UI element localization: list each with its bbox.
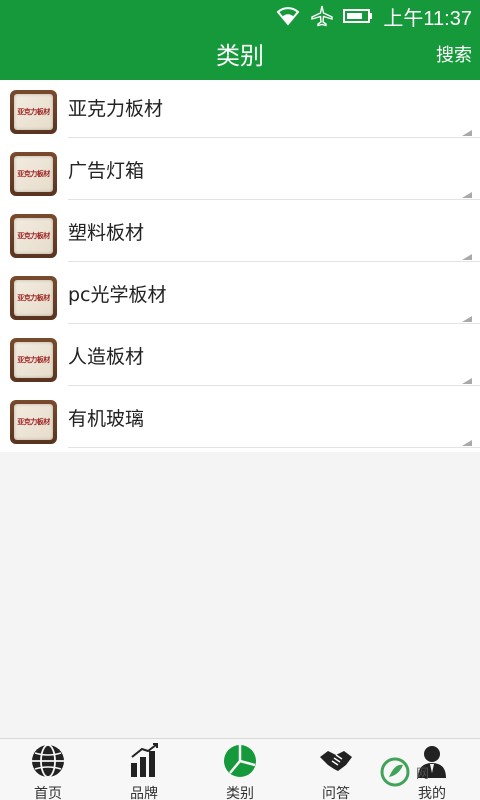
thumbnail-plate-text: 亚克力板材 — [14, 342, 53, 378]
airplane-icon — [311, 5, 334, 27]
category-label: pc光学板材 — [68, 284, 167, 306]
tab-category[interactable]: 类别 — [192, 739, 288, 800]
pie-chart-icon — [224, 745, 256, 777]
category-list: 亚克力板材 亚克力板材 亚克力板材 广告灯箱 亚克力板材 塑料板材 亚克力板材 … — [0, 80, 480, 452]
category-label: 亚克力板材 — [68, 98, 164, 120]
divider — [68, 199, 480, 200]
category-thumbnail: 亚克力板材 — [10, 338, 57, 382]
corner-indicator-icon — [462, 316, 472, 322]
thumbnail-plate-text: 亚克力板材 — [14, 218, 53, 254]
divider — [68, 261, 480, 262]
list-item[interactable]: 亚克力板材 广告灯箱 — [0, 142, 480, 204]
thumbnail-plate-text: 亚克力板材 — [14, 94, 53, 130]
category-label: 广告灯箱 — [68, 160, 145, 182]
search-button[interactable]: 搜索 — [436, 32, 472, 80]
thumbnail-plate-text: 亚克力板材 — [14, 156, 53, 192]
handshake-icon — [320, 751, 352, 771]
corner-indicator-icon — [462, 192, 472, 198]
status-bar: 上午11:37 — [0, 0, 480, 32]
tab-label: 品牌 — [130, 786, 158, 800]
divider — [68, 323, 480, 324]
list-item[interactable]: 亚克力板材 pc光学板材 — [0, 266, 480, 328]
category-thumbnail: 亚克力板材 — [10, 276, 57, 320]
category-label: 塑料板材 — [68, 222, 145, 244]
battery-icon — [343, 9, 373, 23]
thumbnail-plate-text: 亚克力板材 — [14, 280, 53, 316]
leaf-logo-icon — [380, 757, 410, 787]
list-item[interactable]: 亚克力板材 塑料板材 — [0, 204, 480, 266]
divider — [68, 447, 480, 448]
category-thumbnail: 亚克力板材 — [10, 214, 57, 258]
tab-label: 类别 — [226, 786, 254, 800]
watermark: 网 — [380, 752, 470, 792]
globe-icon — [32, 744, 64, 778]
category-thumbnail: 亚克力板材 — [10, 400, 57, 444]
tab-label: 首页 — [34, 786, 62, 800]
divider — [68, 385, 480, 386]
category-thumbnail: 亚克力板材 — [10, 90, 57, 134]
corner-indicator-icon — [462, 254, 472, 260]
status-time: 上午11:37 — [383, 7, 472, 30]
tab-brand[interactable]: 品牌 — [96, 739, 192, 800]
corner-indicator-icon — [462, 130, 472, 136]
category-thumbnail: 亚克力板材 — [10, 152, 57, 196]
tab-home[interactable]: 首页 — [0, 739, 96, 800]
watermark-text: 网 — [416, 766, 430, 782]
bar-chart-icon — [131, 743, 158, 777]
tab-label: 问答 — [322, 786, 350, 800]
list-item[interactable]: 亚克力板材 亚克力板材 — [0, 80, 480, 142]
thumbnail-plate-text: 亚克力板材 — [14, 404, 53, 440]
app-bar: 类别 搜索 — [0, 32, 480, 80]
page-title: 类别 — [216, 42, 264, 70]
list-item[interactable]: 亚克力板材 人造板材 — [0, 328, 480, 390]
tab-qa[interactable]: 问答 — [288, 739, 384, 800]
category-label: 有机玻璃 — [68, 408, 145, 430]
corner-indicator-icon — [462, 440, 472, 446]
category-label: 人造板材 — [68, 346, 145, 368]
list-item[interactable]: 亚克力板材 有机玻璃 — [0, 390, 480, 452]
divider — [68, 137, 480, 138]
wifi-icon — [277, 7, 300, 26]
corner-indicator-icon — [462, 378, 472, 384]
